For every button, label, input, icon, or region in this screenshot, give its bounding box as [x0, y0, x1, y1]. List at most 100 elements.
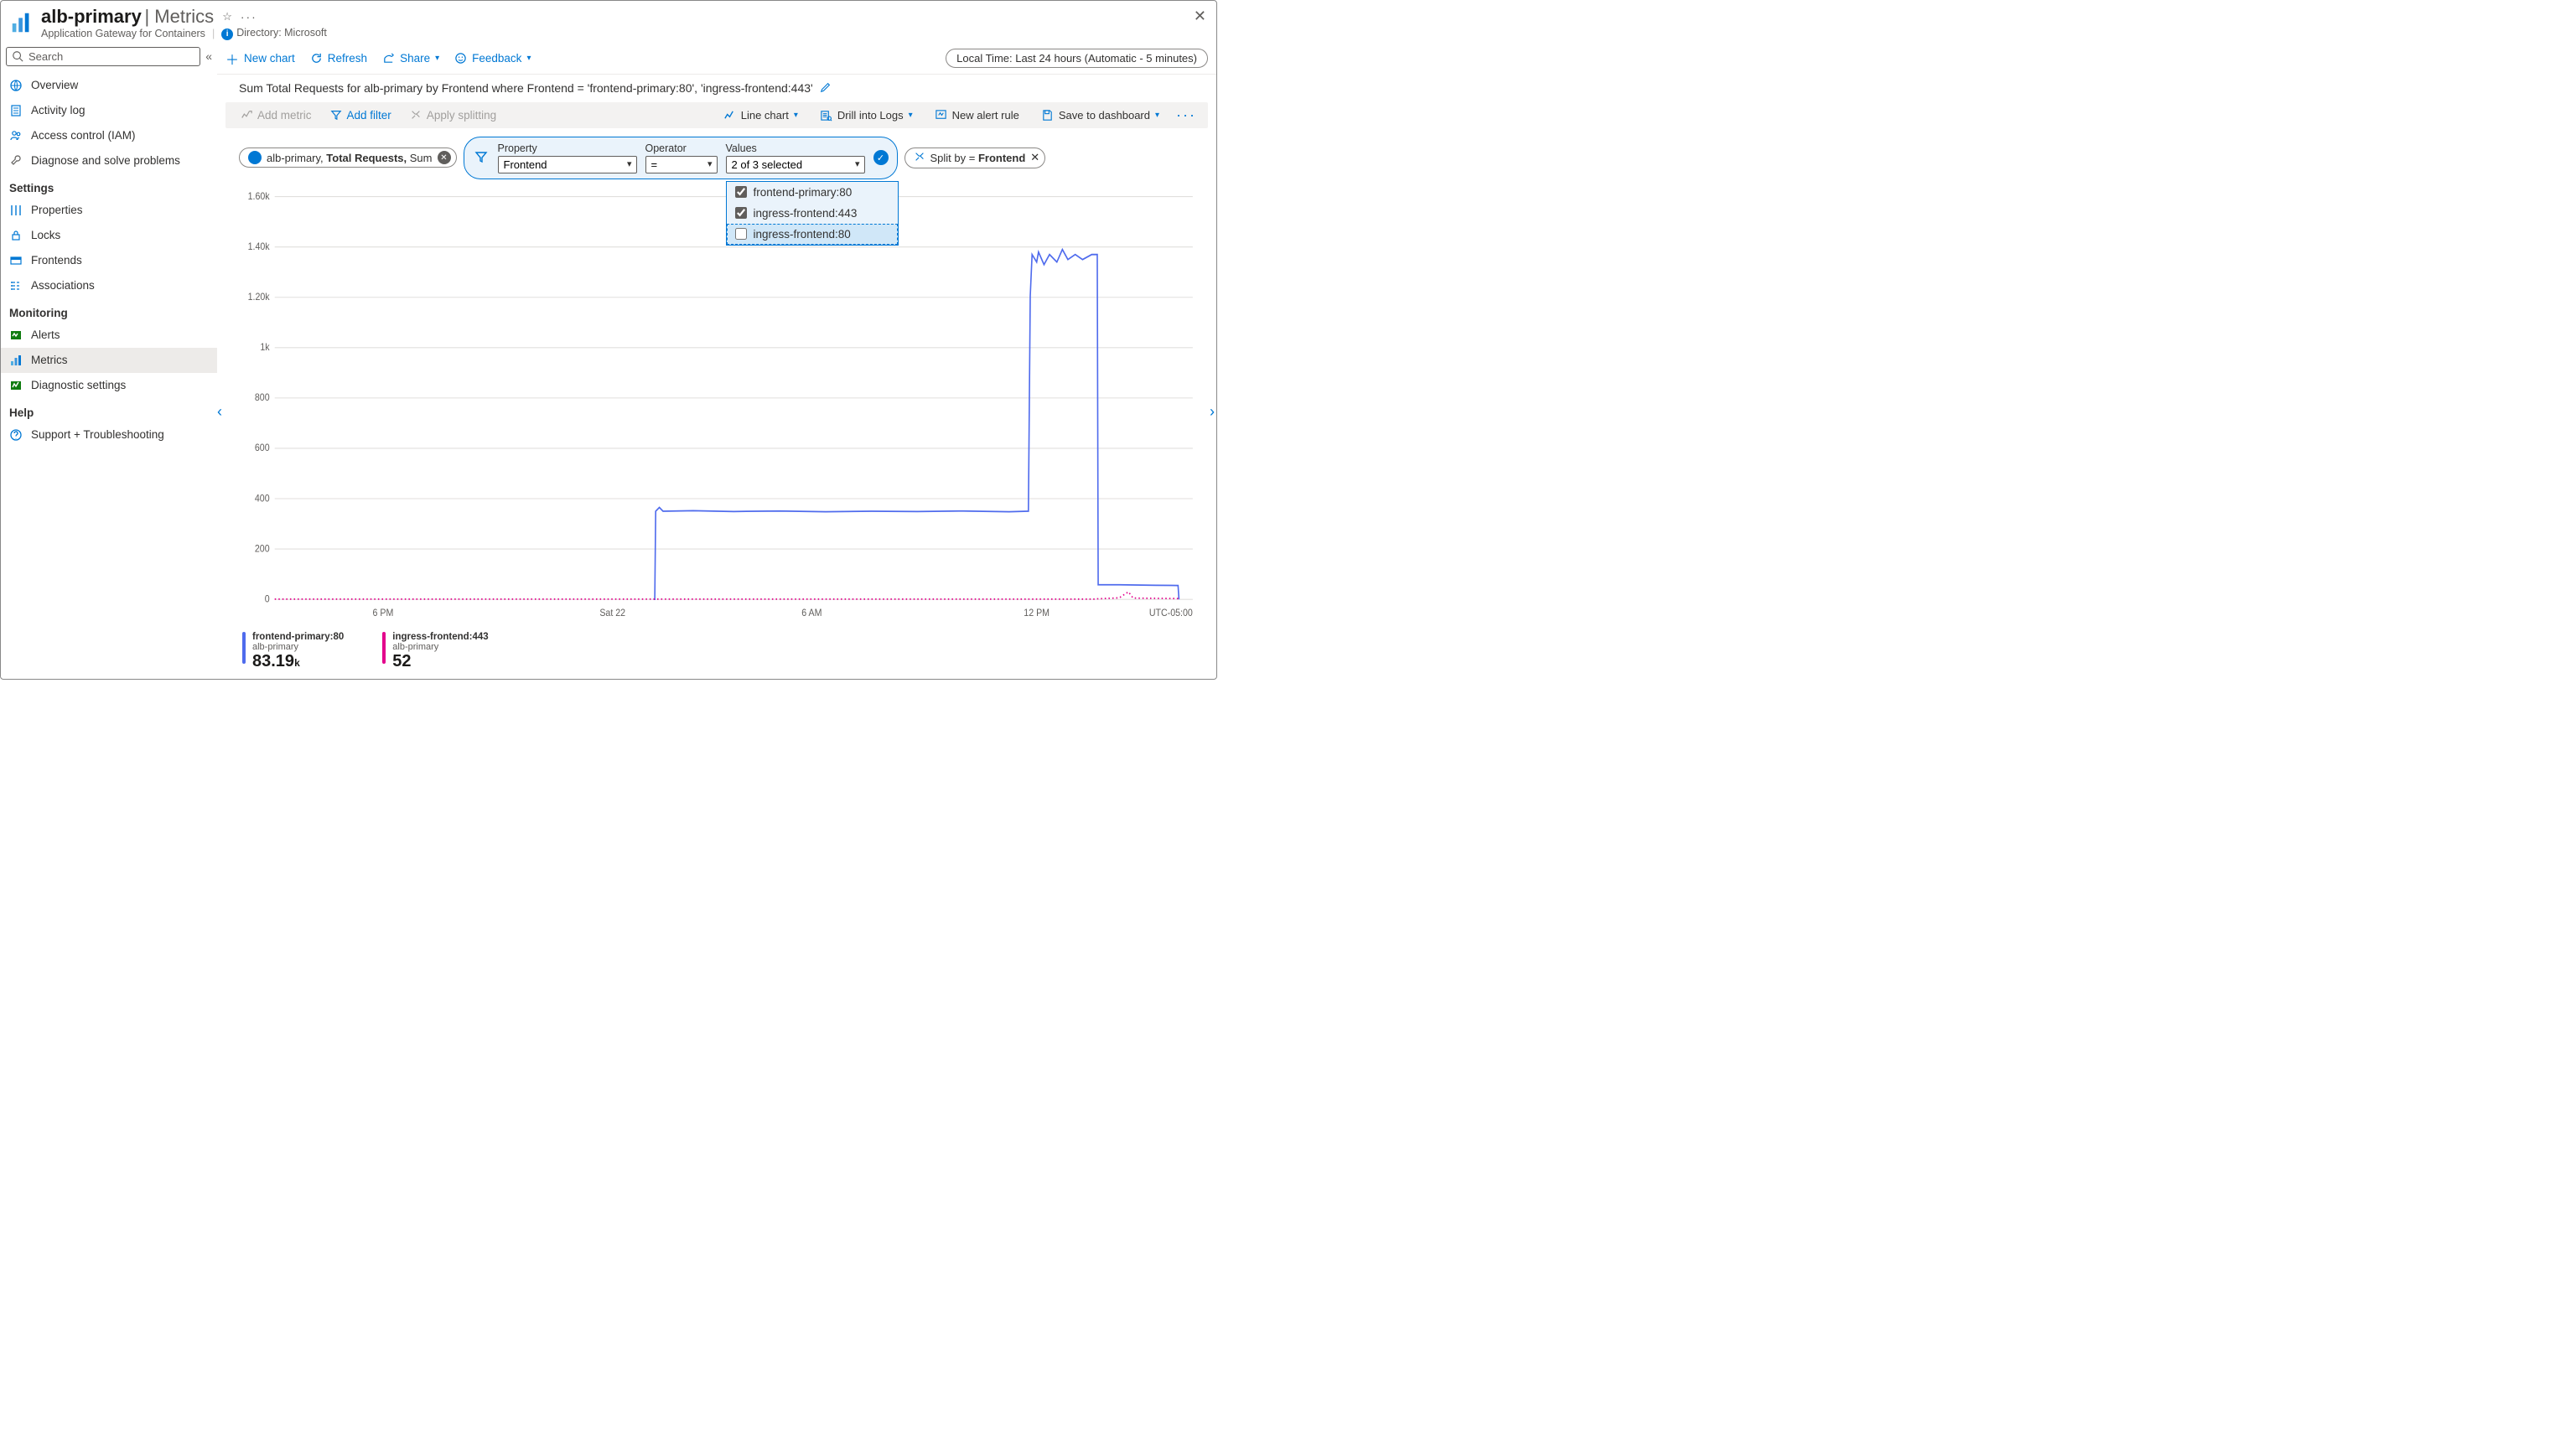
- chart-type-button[interactable]: Line chart▾: [715, 106, 806, 125]
- sidebar-section-help: Help: [1, 398, 217, 422]
- refresh-button[interactable]: Refresh: [310, 52, 367, 65]
- sidebar-item-access-control-iam-[interactable]: Access control (IAM): [1, 123, 217, 148]
- sidebar-section-monitoring: Monitoring: [1, 298, 217, 323]
- diag-icon: [9, 379, 23, 392]
- svg-text:800: 800: [255, 392, 270, 402]
- search-input[interactable]: Search: [6, 47, 200, 66]
- apply-filter-icon[interactable]: ✓: [873, 150, 889, 165]
- share-icon: [382, 52, 395, 65]
- new-chart-button[interactable]: ＋New chart: [225, 49, 295, 69]
- time-range-picker[interactable]: Local Time: Last 24 hours (Automatic - 5…: [946, 49, 1208, 68]
- sidebar-item-support-troubleshooting[interactable]: Support + Troubleshooting: [1, 422, 217, 448]
- save-dashboard-button[interactable]: Save to dashboard▾: [1033, 106, 1168, 125]
- svg-text:1k: 1k: [260, 342, 270, 352]
- filter-option[interactable]: frontend-primary:80: [727, 182, 898, 203]
- legend-color-swatch: [242, 632, 246, 664]
- metric-chip[interactable]: alb-primary, Total Requests, Sum ✕: [239, 148, 457, 168]
- svg-text:1.20k: 1.20k: [248, 292, 270, 302]
- search-icon: [12, 50, 23, 62]
- sidebar-section-settings: Settings: [1, 173, 217, 198]
- directory-label: iDirectory: Microsoft: [221, 27, 327, 40]
- edit-title-icon[interactable]: [820, 81, 832, 96]
- sidebar-item-diagnose-and-solve-problems[interactable]: Diagnose and solve problems: [1, 148, 217, 173]
- svg-text:6 AM: 6 AM: [801, 608, 822, 618]
- alert-icon: [935, 109, 947, 122]
- remove-metric-icon[interactable]: ✕: [438, 151, 451, 164]
- split-by-chip[interactable]: Split by = Frontend ✕: [904, 148, 1046, 168]
- filter-icon: [330, 109, 342, 121]
- refresh-icon: [310, 52, 323, 65]
- legend-color-swatch: [382, 632, 386, 664]
- legend-item[interactable]: frontend-primary:80alb-primary83.19k: [242, 632, 344, 671]
- property-select[interactable]: [498, 156, 637, 173]
- values-label: Values: [726, 142, 865, 154]
- sidebar-item-properties[interactable]: Properties: [1, 198, 217, 223]
- sidebar: Search « OverviewActivity logAccess cont…: [1, 44, 217, 678]
- sidebar-item-alerts[interactable]: Alerts: [1, 323, 217, 348]
- drill-logs-button[interactable]: Drill into Logs▾: [811, 106, 921, 125]
- frontends-icon: [9, 254, 23, 267]
- checkbox[interactable]: [735, 207, 747, 219]
- feedback-button[interactable]: Feedback▾: [454, 52, 531, 65]
- apply-splitting-button[interactable]: Apply splitting: [403, 106, 503, 125]
- svg-text:Sat 22: Sat 22: [599, 608, 625, 618]
- values-select[interactable]: [726, 156, 865, 173]
- people-icon: [9, 129, 23, 142]
- svg-text:600: 600: [255, 443, 270, 453]
- add-filter-button[interactable]: Add filter: [324, 106, 398, 125]
- svg-text:UTC-05:00: UTC-05:00: [1149, 608, 1193, 618]
- sidebar-item-locks[interactable]: Locks: [1, 223, 217, 248]
- share-button[interactable]: Share▾: [382, 52, 439, 65]
- header-more-icon[interactable]: ···: [241, 10, 257, 23]
- sidebar-item-associations[interactable]: Associations: [1, 273, 217, 298]
- svg-text:200: 200: [255, 544, 270, 554]
- support-icon: [9, 428, 23, 442]
- sliders-icon: [9, 204, 23, 217]
- page-title-main: alb-primary | Metrics: [41, 6, 214, 28]
- filter-editor: Property Operator Values frontend-primar…: [464, 137, 898, 179]
- values-dropdown[interactable]: frontend-primary:80ingress-frontend:443i…: [726, 181, 899, 246]
- svg-text:1.60k: 1.60k: [248, 191, 270, 201]
- filter-icon: [473, 150, 490, 166]
- header: alb-primary | Metrics ☆ ··· Application …: [1, 1, 1216, 44]
- sidebar-item-diagnostic-settings[interactable]: Diagnostic settings: [1, 373, 217, 398]
- globe-icon: [9, 79, 23, 92]
- metrics-logo-icon: [9, 10, 34, 35]
- pane-expand-right-icon[interactable]: ›: [1210, 403, 1215, 421]
- svg-text:1.40k: 1.40k: [248, 241, 270, 251]
- svg-text:0: 0: [265, 594, 270, 604]
- operator-label: Operator: [645, 142, 718, 154]
- sidebar-item-metrics[interactable]: Metrics: [1, 348, 217, 373]
- split-icon: [914, 151, 925, 165]
- filter-option[interactable]: ingress-frontend:80: [727, 224, 898, 245]
- sidebar-item-frontends[interactable]: Frontends: [1, 248, 217, 273]
- split-icon: [410, 109, 422, 121]
- toolbar-more-icon[interactable]: ···: [1173, 106, 1200, 124]
- operator-select[interactable]: [645, 156, 718, 173]
- pane-collapse-left-icon[interactable]: ‹: [217, 403, 222, 421]
- sidebar-collapse-icon[interactable]: «: [205, 49, 212, 63]
- favorite-star-icon[interactable]: ☆: [222, 10, 232, 23]
- svg-text:6 PM: 6 PM: [373, 608, 394, 618]
- checkbox[interactable]: [735, 228, 747, 240]
- svg-text:12 PM: 12 PM: [1024, 608, 1050, 618]
- alerts-icon: [9, 329, 23, 342]
- add-metric-button[interactable]: Add metric: [234, 106, 319, 125]
- resource-type-label: Application Gateway for Containers: [41, 28, 205, 39]
- sidebar-item-activity-log[interactable]: Activity log: [1, 98, 217, 123]
- resource-icon: [248, 151, 262, 164]
- metric-toolbar: Add metric Add filter Apply splitting Li…: [225, 102, 1208, 128]
- add-metric-icon: [241, 109, 252, 121]
- legend-item[interactable]: ingress-frontend:443alb-primary52: [382, 632, 488, 671]
- chart-toolbar: ＋New chart Refresh Share▾ Feedback▾ Loca…: [217, 44, 1216, 75]
- chart-canvas[interactable]: 02004006008001k1.20k1.40k1.60k6 PMSat 22…: [232, 191, 1201, 625]
- sidebar-item-overview[interactable]: Overview: [1, 73, 217, 98]
- checkbox[interactable]: [735, 186, 747, 198]
- new-alert-button[interactable]: New alert rule: [926, 106, 1028, 125]
- property-label: Property: [498, 142, 637, 154]
- chart-title: Sum Total Requests for alb-primary by Fr…: [217, 75, 1216, 102]
- remove-split-icon[interactable]: ✕: [1030, 151, 1039, 164]
- close-icon[interactable]: ✕: [1194, 8, 1206, 25]
- filter-option[interactable]: ingress-frontend:443: [727, 203, 898, 224]
- metrics-icon: [9, 354, 23, 367]
